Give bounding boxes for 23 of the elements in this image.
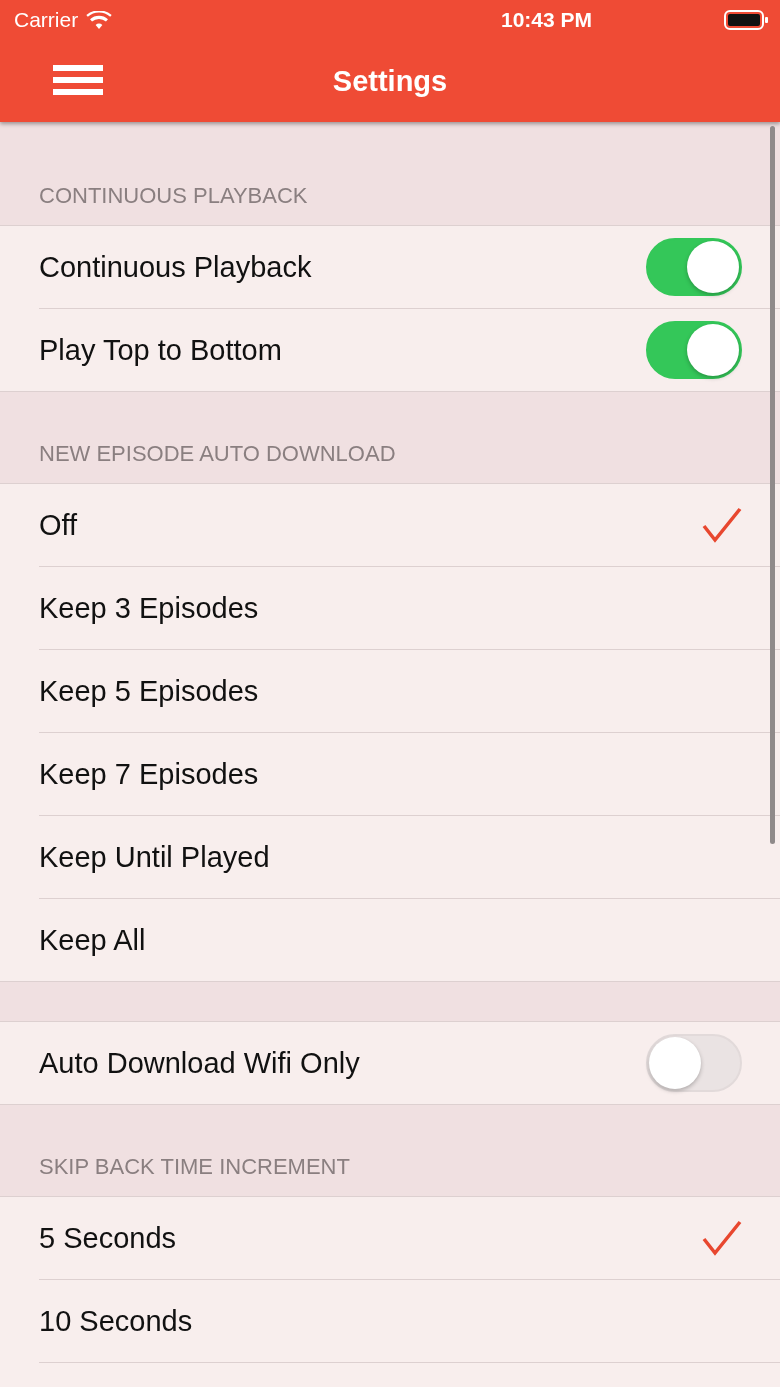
section-header: NEW EPISODE AUTO DOWNLOAD [39,441,396,467]
row-label[interactable]: Keep Until Played [39,840,270,874]
row-label[interactable]: 10 Seconds [39,1304,193,1338]
row-label[interactable]: Keep 5 Episodes [39,674,259,708]
toggle-switch[interactable] [646,238,742,296]
battery-icon [724,10,768,30]
clock-time: 10:43 PM [499,8,593,32]
row-label[interactable]: Off [39,508,78,542]
section-header: SKIP BACK TIME INCREMENT [39,1154,350,1180]
toggle-switch[interactable] [646,1034,742,1092]
row-label[interactable]: 5 Seconds [39,1221,177,1255]
row-label[interactable]: Keep All [39,923,146,957]
row-label[interactable]: Auto Download Wifi Only [39,1046,360,1080]
toggle-switch[interactable] [646,321,742,379]
section-header: CONTINUOUS PLAYBACK [39,183,308,209]
wifi-icon [86,10,113,30]
row-label[interactable]: Keep 7 Episodes [39,757,259,791]
row-label[interactable]: Play Top to Bottom [39,333,282,367]
carrier-name: Carrier [14,8,79,32]
row-label[interactable]: Keep 3 Episodes [39,591,259,625]
row-label[interactable]: Continuous Playback [39,250,312,284]
menu-icon[interactable] [53,65,103,95]
screen-title: Settings [331,64,449,98]
